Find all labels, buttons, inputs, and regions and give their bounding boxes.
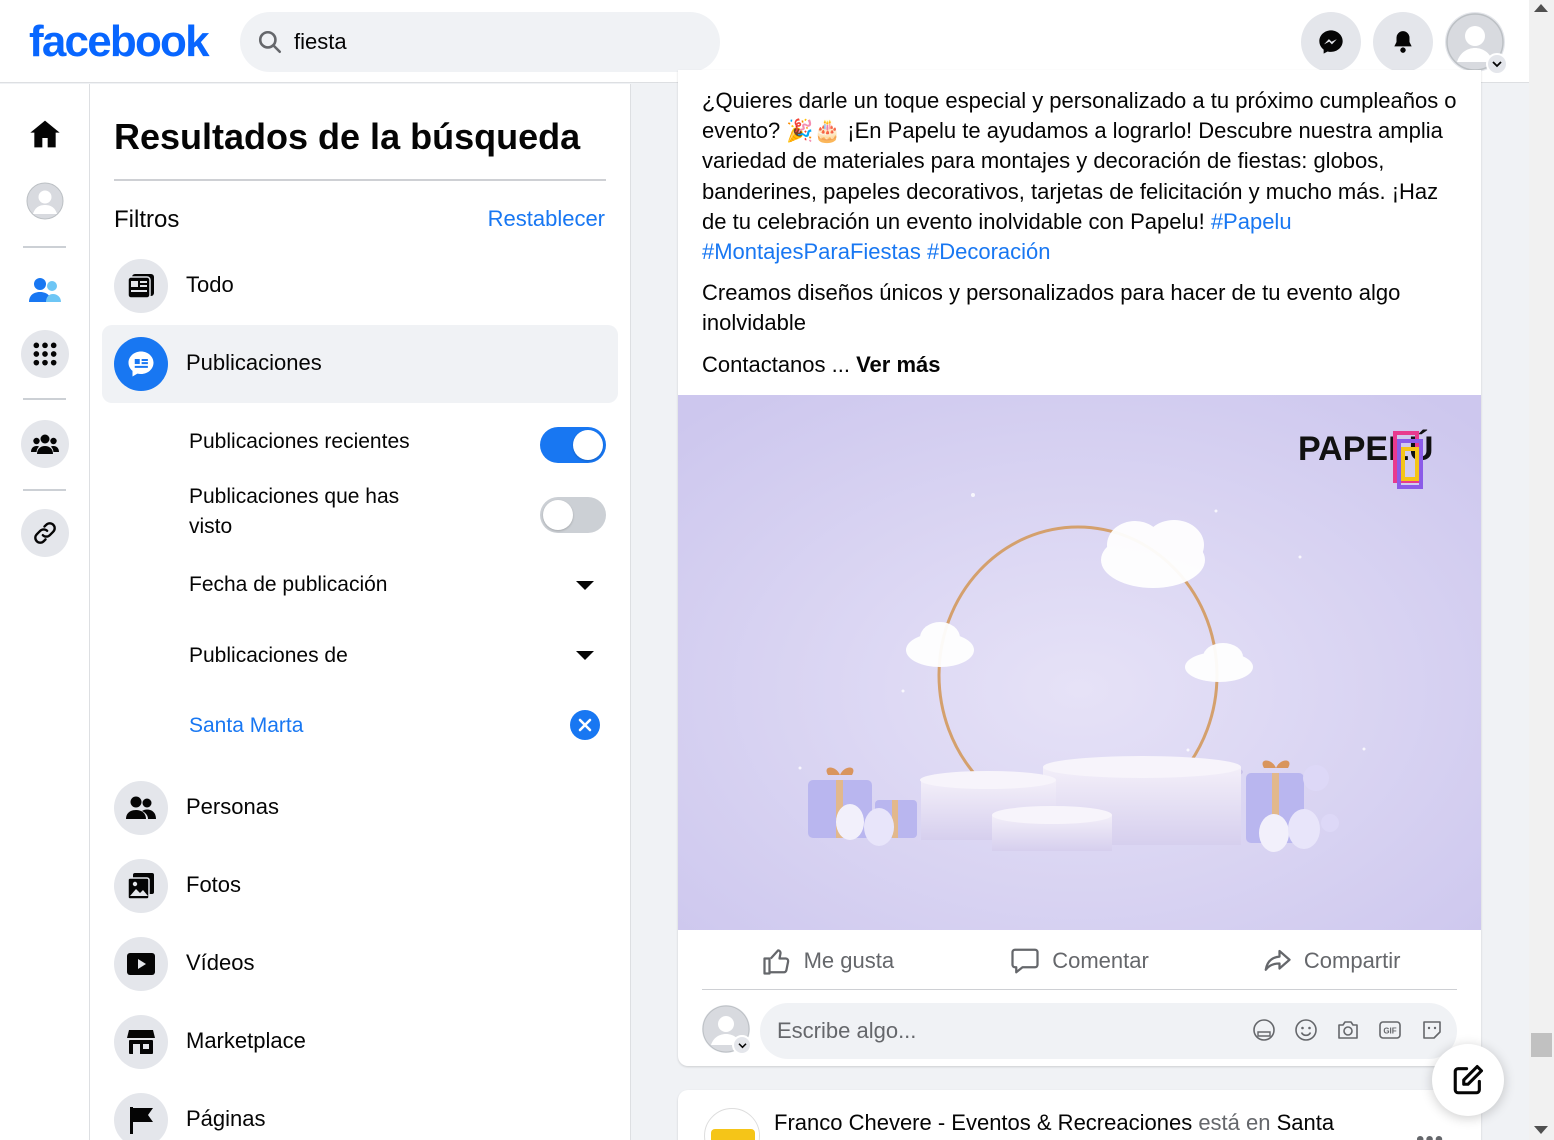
filter-category-label: Páginas bbox=[186, 1106, 266, 1131]
scroll-down-arrow[interactable] bbox=[1534, 1126, 1548, 1134]
clear-location-button[interactable] bbox=[570, 710, 600, 740]
filter-category-pages[interactable]: Páginas bbox=[102, 1081, 618, 1140]
avatar-icon bbox=[26, 182, 64, 220]
scrollbar[interactable] bbox=[1529, 0, 1554, 1140]
link-icon bbox=[34, 522, 56, 544]
post-text: ¿Quieres darle un toque especial y perso… bbox=[702, 86, 1462, 391]
search-input[interactable]: fiesta bbox=[294, 29, 347, 55]
menu-button[interactable] bbox=[21, 330, 69, 378]
filter-category-photos[interactable]: Fotos bbox=[102, 847, 618, 925]
svg-text:GIF: GIF bbox=[1383, 1027, 1396, 1036]
video-icon bbox=[114, 937, 168, 991]
chevron-down-icon[interactable] bbox=[732, 1035, 752, 1055]
recent-posts-label: Publicaciones recientes bbox=[189, 430, 410, 453]
seen-posts-label-line1: Publicaciones que has bbox=[189, 485, 400, 508]
recent-posts-toggle[interactable] bbox=[540, 427, 606, 463]
sticker-icon[interactable] bbox=[1419, 1017, 1445, 1043]
caret-down-icon[interactable] bbox=[576, 581, 594, 590]
camera-icon[interactable] bbox=[1335, 1017, 1361, 1043]
chevron-down-icon[interactable] bbox=[1486, 53, 1508, 75]
more-options-icon[interactable]: ••• bbox=[1416, 1126, 1444, 1140]
post-bubble-icon bbox=[114, 337, 168, 391]
groups-button[interactable] bbox=[21, 420, 69, 468]
comment-button[interactable]: Comentar bbox=[954, 932, 1206, 989]
groups-icon bbox=[31, 434, 59, 454]
page-title: Resultados de la búsqueda bbox=[114, 116, 581, 157]
like-button[interactable]: Me gusta bbox=[702, 932, 954, 989]
home-icon bbox=[30, 120, 60, 148]
seen-posts-toggle[interactable] bbox=[540, 497, 606, 533]
people-icon bbox=[114, 781, 168, 835]
friends-button[interactable] bbox=[21, 266, 69, 314]
post-actions-bar: Me gusta Comentar Compartir bbox=[702, 932, 1457, 990]
filter-category-label: Todo bbox=[186, 272, 234, 297]
filter-category-label: Marketplace bbox=[186, 1028, 306, 1053]
share-icon bbox=[1264, 949, 1291, 971]
comment-composer: Escribe algo... GIF bbox=[702, 1003, 1457, 1059]
post-author-line: Franco Chevere - Eventos & Recreaciones … bbox=[774, 1110, 1335, 1135]
post-body-text: Contactanos ... bbox=[702, 351, 857, 377]
filter-category-label: Fotos bbox=[186, 872, 242, 897]
photos-icon bbox=[114, 859, 168, 913]
caret-down-icon[interactable] bbox=[576, 651, 594, 660]
grid-menu-icon bbox=[33, 342, 57, 366]
post-image[interactable]: PAPELÚ bbox=[678, 395, 1481, 930]
filter-category-label: Vídeos bbox=[186, 950, 255, 975]
avatar-sticker-icon[interactable] bbox=[1251, 1017, 1277, 1043]
page-avatar[interactable] bbox=[704, 1108, 760, 1140]
filter-category-label: Personas bbox=[186, 794, 279, 819]
home-button[interactable] bbox=[21, 110, 69, 158]
left-rail bbox=[0, 84, 90, 1140]
search-filters-panel: Resultados de la búsqueda Filtros Restab… bbox=[90, 84, 631, 1140]
filter-category-people[interactable]: Personas bbox=[102, 769, 618, 847]
hashtag-link[interactable]: #Papelu bbox=[1211, 209, 1292, 234]
profile-button[interactable] bbox=[21, 177, 69, 225]
date-filter-label[interactable]: Fecha de publicación bbox=[189, 570, 387, 600]
feed-icon bbox=[114, 259, 168, 313]
post-author-link[interactable]: Franco Chevere - Eventos & Recreaciones bbox=[774, 1110, 1192, 1135]
search-box[interactable]: fiesta bbox=[240, 12, 720, 72]
share-button[interactable]: Compartir bbox=[1205, 932, 1457, 989]
scrollbar-thumb[interactable] bbox=[1531, 1033, 1552, 1057]
comment-placeholder: Escribe algo... bbox=[777, 1018, 917, 1043]
messenger-icon bbox=[1319, 30, 1343, 54]
notifications-button[interactable] bbox=[1373, 12, 1433, 72]
compose-icon bbox=[1453, 1064, 1484, 1095]
shop-icon bbox=[114, 1015, 168, 1069]
scroll-up-arrow[interactable] bbox=[1534, 4, 1548, 12]
facebook-logo[interactable]: facebook bbox=[29, 14, 210, 70]
hashtag-link[interactable]: #MontajesParaFiestas bbox=[702, 239, 921, 264]
filter-category-marketplace[interactable]: Marketplace bbox=[102, 1003, 618, 1081]
filter-category-posts[interactable]: Publicaciones bbox=[102, 325, 618, 403]
next-post-card: Franco Chevere - Eventos & Recreaciones … bbox=[678, 1090, 1481, 1140]
links-button[interactable] bbox=[21, 509, 69, 557]
hashtag-link[interactable]: #Decoración bbox=[927, 239, 1051, 264]
emoji-icon[interactable] bbox=[1293, 1017, 1319, 1043]
location-filter-chip[interactable]: Santa Marta bbox=[189, 711, 303, 741]
comment-input[interactable]: Escribe algo... GIF bbox=[760, 1003, 1457, 1059]
gif-icon[interactable]: GIF bbox=[1377, 1017, 1403, 1043]
comment-icon bbox=[1011, 948, 1039, 973]
posts-from-label[interactable]: Publicaciones de bbox=[189, 641, 348, 671]
post-card: ¿Quieres darle un toque especial y perso… bbox=[678, 70, 1481, 1066]
messenger-button[interactable] bbox=[1301, 12, 1361, 72]
close-icon bbox=[578, 718, 592, 732]
thumbs-up-icon bbox=[762, 948, 789, 975]
filter-category-label: Publicaciones bbox=[186, 350, 322, 375]
filter-category-videos[interactable]: Vídeos bbox=[102, 925, 618, 1003]
filters-heading: Filtros bbox=[114, 206, 180, 233]
friends-icon bbox=[29, 278, 61, 302]
bell-icon bbox=[1394, 31, 1412, 53]
filter-category-all[interactable]: Todo bbox=[102, 247, 618, 325]
post-body-text: Creamos diseños únicos y personalizados … bbox=[702, 280, 1401, 336]
seen-posts-label-line2: visto bbox=[189, 515, 233, 538]
post-place-link[interactable]: Santa bbox=[1277, 1110, 1335, 1135]
new-message-button[interactable] bbox=[1432, 1044, 1504, 1116]
see-more-link[interactable]: Ver más bbox=[856, 352, 940, 377]
reset-filters-link[interactable]: Restablecer bbox=[488, 206, 605, 232]
search-icon bbox=[258, 30, 282, 54]
flag-icon bbox=[114, 1093, 168, 1140]
post-body-text: ¿Quieres darle un toque especial y perso… bbox=[702, 88, 1457, 234]
